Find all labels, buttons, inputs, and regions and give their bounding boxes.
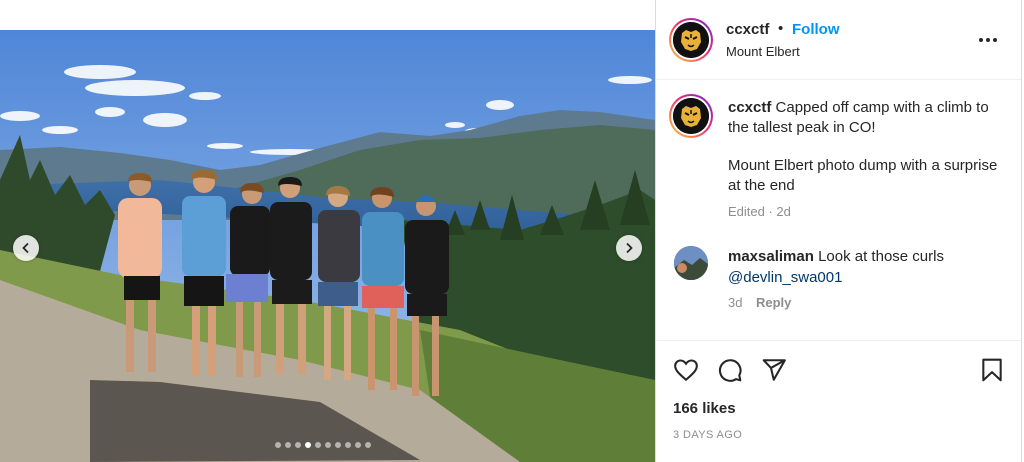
photo-scene — [0, 30, 655, 462]
carousel-dot — [305, 442, 311, 448]
tiger-logo-icon — [673, 22, 709, 58]
comment-mention[interactable]: @devlin_swa001 — [728, 269, 842, 286]
post-details-panel: ccxctf • Follow Mount Elbert ccxctf Capp… — [655, 0, 1022, 462]
carousel-dot — [295, 442, 301, 448]
caption-meta: Edited · 2d — [728, 204, 791, 219]
comment-age: 3d — [728, 295, 743, 310]
separator-dot: • — [778, 20, 784, 37]
chevron-left-icon — [22, 242, 29, 254]
comment-username[interactable]: maxsaliman — [728, 248, 814, 265]
carousel-indicator — [275, 442, 371, 448]
comment-icon[interactable] — [717, 357, 743, 383]
post-header: ccxctf • Follow Mount Elbert — [656, 0, 1022, 80]
caption-username[interactable]: ccxctf — [728, 99, 771, 116]
reply-button[interactable]: Reply — [756, 295, 791, 310]
carousel-dot — [335, 442, 341, 448]
page-top-strip — [0, 0, 655, 30]
more-options-icon[interactable] — [978, 30, 998, 48]
caption-avatar[interactable] — [669, 94, 713, 138]
share-icon[interactable] — [761, 357, 787, 383]
mountain-avatar-icon — [674, 246, 708, 280]
action-bar: 166 likes 3 DAYS AGO — [656, 340, 1022, 462]
caption-text: ccxctf Capped off camp with a climb to t… — [728, 98, 998, 138]
carousel-dot — [355, 442, 361, 448]
account-avatar[interactable] — [669, 18, 713, 62]
comment-body: Look at those curls — [818, 248, 944, 265]
caption-line-2: Mount Elbert photo dump with a surprise … — [728, 157, 998, 194]
commenter-avatar[interactable] — [674, 246, 708, 280]
chevron-right-icon — [626, 242, 633, 254]
carousel-dot — [365, 442, 371, 448]
tiger-logo-icon — [673, 98, 709, 134]
post-photo[interactable] — [0, 30, 655, 462]
carousel-dot — [345, 442, 351, 448]
post-location[interactable]: Mount Elbert — [726, 44, 800, 59]
bookmark-icon[interactable] — [979, 357, 1005, 383]
likes-count[interactable]: 166 likes — [673, 400, 736, 417]
follow-button[interactable]: Follow — [792, 21, 840, 38]
post-date: 3 DAYS AGO — [673, 429, 743, 441]
carousel-dot — [285, 442, 291, 448]
post-username[interactable]: ccxctf — [726, 21, 769, 38]
next-slide-button[interactable] — [616, 235, 642, 261]
carousel-dot — [325, 442, 331, 448]
heart-icon[interactable] — [673, 357, 699, 383]
previous-slide-button[interactable] — [13, 235, 39, 261]
carousel-dot — [315, 442, 321, 448]
comment-text: maxsaliman Look at those curls @devlin_s… — [728, 246, 998, 288]
carousel-dot — [275, 442, 281, 448]
